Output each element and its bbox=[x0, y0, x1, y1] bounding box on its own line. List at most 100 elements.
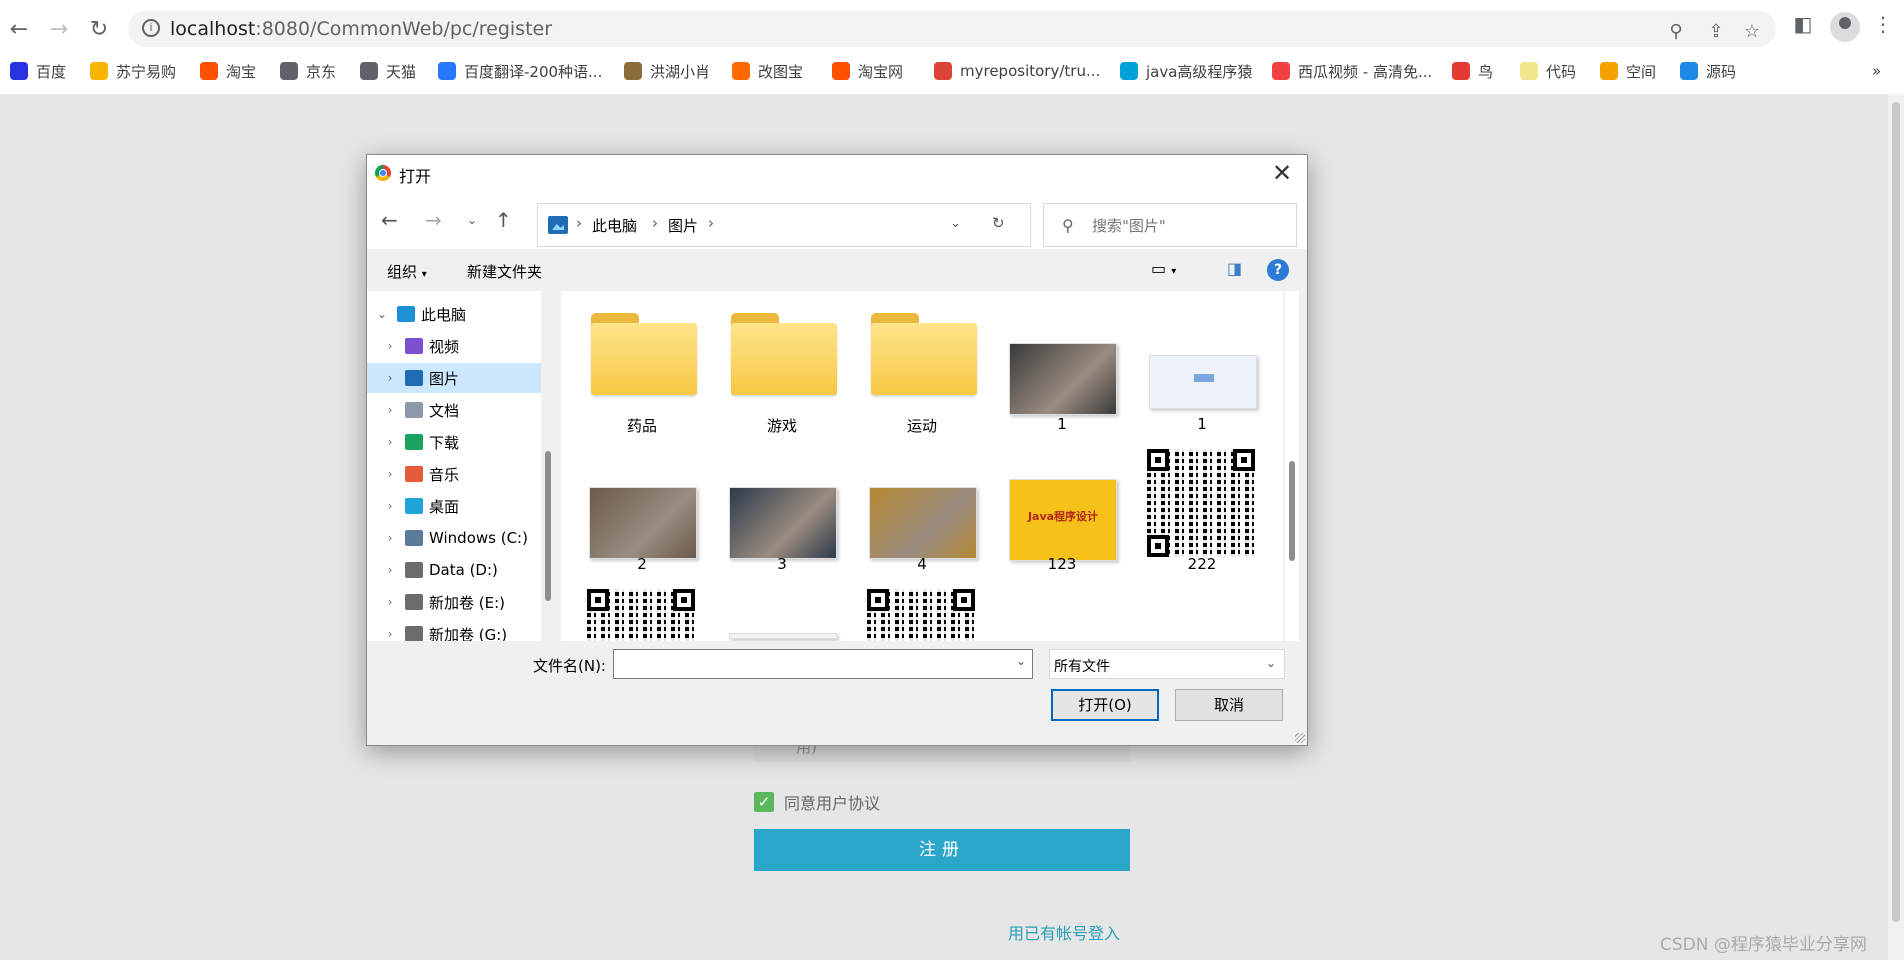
chevron-right-icon[interactable]: › bbox=[383, 627, 397, 641]
bookmark-item[interactable]: 天猫 bbox=[360, 56, 416, 86]
share-icon[interactable]: ⇪ bbox=[1704, 21, 1728, 45]
help-icon[interactable]: ? bbox=[1267, 259, 1289, 281]
chevron-right-icon[interactable]: › bbox=[708, 214, 714, 232]
organize-menu[interactable]: 组织 ▾ bbox=[387, 261, 427, 282]
up-folder-icon[interactable]: ↑ bbox=[495, 208, 512, 232]
bookmark-item[interactable]: 改图宝 bbox=[732, 56, 803, 86]
back-icon[interactable]: ← bbox=[2, 12, 36, 46]
address-bar[interactable]: i localhost:8080/CommonWeb/pc/register ⚲… bbox=[128, 11, 1776, 47]
bookmark-item[interactable]: 百度 bbox=[10, 56, 66, 86]
tree-item[interactable]: › Data (D:) bbox=[367, 555, 541, 585]
chevron-right-icon[interactable]: › bbox=[383, 403, 397, 417]
side-panel-icon[interactable]: ◧ bbox=[1788, 12, 1818, 42]
file-item[interactable]: 1 bbox=[1137, 303, 1267, 439]
tree-item[interactable]: › 文档 bbox=[367, 395, 541, 425]
file-item[interactable]: 2 bbox=[577, 449, 707, 585]
chevron-right-icon[interactable]: › bbox=[383, 499, 397, 513]
reload-icon[interactable]: ↻ bbox=[82, 12, 116, 46]
breadcrumb-pictures[interactable]: 图片 bbox=[668, 215, 698, 236]
zoom-icon[interactable]: ⚲ bbox=[1664, 21, 1688, 45]
file-item[interactable]: 1 bbox=[997, 303, 1127, 439]
bookmark-item[interactable]: 鸟 bbox=[1452, 56, 1493, 86]
folder-item[interactable]: 药品 bbox=[577, 303, 707, 439]
bookmark-item[interactable]: 淘宝网 bbox=[832, 56, 903, 86]
chevron-right-icon[interactable]: › bbox=[383, 467, 397, 481]
filename-input[interactable] bbox=[618, 654, 1002, 676]
bookmark-item[interactable]: 代码 bbox=[1520, 56, 1576, 86]
file-item[interactable]: 4 bbox=[857, 449, 987, 585]
tree-item[interactable]: › 图片 bbox=[367, 363, 541, 393]
url-text[interactable]: localhost:8080/CommonWeb/pc/register bbox=[170, 18, 552, 40]
chevron-right-icon[interactable]: › bbox=[383, 435, 397, 449]
more-bookmarks-button[interactable]: » bbox=[1872, 56, 1881, 86]
chevron-right-icon[interactable]: › bbox=[652, 214, 658, 232]
close-icon[interactable]: ✕ bbox=[1267, 158, 1297, 188]
bookmark-item[interactable]: 百度翻译-200种语... bbox=[438, 56, 602, 86]
path-breadcrumb[interactable]: › 此电脑 › 图片 › ⌄ ↻ bbox=[537, 203, 1031, 247]
forward-icon[interactable]: → bbox=[425, 208, 442, 232]
page-scrollbar[interactable] bbox=[1888, 94, 1904, 960]
tree-item[interactable]: › 下载 bbox=[367, 427, 541, 457]
file-item[interactable] bbox=[577, 589, 707, 641]
chevron-right-icon[interactable]: › bbox=[383, 595, 397, 609]
chevron-right-icon[interactable]: › bbox=[383, 371, 397, 385]
bookmark-item[interactable]: 淘宝 bbox=[200, 56, 256, 86]
site-info-icon[interactable]: i bbox=[142, 19, 160, 37]
new-folder-button[interactable]: 新建文件夹 bbox=[467, 261, 542, 282]
menu-icon[interactable]: ⋮ bbox=[1868, 12, 1898, 42]
tree-item[interactable]: › 新加卷 (G:) bbox=[367, 619, 541, 641]
chevron-right-icon[interactable]: › bbox=[576, 214, 582, 232]
cancel-button[interactable]: 取消 bbox=[1175, 689, 1283, 721]
file-item[interactable] bbox=[857, 589, 987, 641]
filename-combobox[interactable]: ⌄ bbox=[613, 649, 1033, 679]
search-box[interactable]: ⚲ bbox=[1043, 203, 1297, 247]
bookmark-item[interactable]: 西瓜视频 - 高清免... bbox=[1272, 56, 1432, 86]
file-scroll-thumb[interactable] bbox=[1289, 461, 1295, 561]
chevron-down-icon[interactable]: ⌄ bbox=[1016, 654, 1026, 668]
checkbox-icon[interactable]: ✓ bbox=[754, 792, 774, 812]
tree-item[interactable]: › 桌面 bbox=[367, 491, 541, 521]
bookmark-item[interactable]: 京东 bbox=[280, 56, 336, 86]
page-scroll-thumb[interactable] bbox=[1892, 102, 1900, 922]
tree-item[interactable]: › 音乐 bbox=[367, 459, 541, 489]
nav-pane-scrollbar[interactable] bbox=[541, 291, 555, 641]
resize-grip[interactable] bbox=[1295, 733, 1305, 743]
nav-scroll-thumb[interactable] bbox=[545, 451, 551, 601]
bookmark-item[interactable]: myrepository/tru... bbox=[934, 56, 1100, 86]
chevron-right-icon[interactable]: › bbox=[383, 339, 397, 353]
register-button[interactable]: 注册 bbox=[754, 829, 1130, 871]
bookmark-item[interactable]: 源码 bbox=[1680, 56, 1736, 86]
filetype-select[interactable]: 所有文件 ⌄ bbox=[1049, 649, 1285, 679]
back-icon[interactable]: ← bbox=[381, 208, 398, 232]
recent-dropdown-icon[interactable]: ⌄ bbox=[467, 213, 477, 227]
folder-item[interactable]: 运动 bbox=[857, 303, 987, 439]
bookmark-item[interactable]: java高级程序猿 bbox=[1120, 56, 1252, 86]
folder-item[interactable]: 游戏 bbox=[717, 303, 847, 439]
chevron-right-icon[interactable]: › bbox=[383, 531, 397, 545]
open-button[interactable]: 打开(O) bbox=[1051, 689, 1159, 721]
chevron-down-icon[interactable]: ⌄ bbox=[375, 307, 389, 321]
tree-item[interactable]: ⌄ 此电脑 bbox=[367, 299, 541, 329]
file-item[interactable]: 222 bbox=[1137, 449, 1267, 585]
bookmark-star-icon[interactable]: ☆ bbox=[1740, 21, 1764, 45]
agree-checkbox-row[interactable]: ✓ 同意用户协议 bbox=[754, 790, 880, 814]
preview-pane-icon[interactable]: ◨ bbox=[1227, 259, 1242, 278]
bookmark-item[interactable]: 空间 bbox=[1600, 56, 1656, 86]
refresh-icon[interactable]: ↻ bbox=[992, 214, 1005, 232]
view-options-icon[interactable]: ▭ ▾ bbox=[1151, 259, 1176, 278]
forward-icon[interactable]: → bbox=[42, 12, 76, 46]
tree-item[interactable]: › 新加卷 (E:) bbox=[367, 587, 541, 617]
search-input[interactable] bbox=[1090, 214, 1284, 238]
bookmark-item[interactable]: 苏宁易购 bbox=[90, 56, 176, 86]
file-item[interactable] bbox=[717, 589, 847, 641]
file-item[interactable]: 3 bbox=[717, 449, 847, 585]
file-item[interactable]: Java程序设计 123 bbox=[997, 449, 1127, 585]
profile-avatar[interactable] bbox=[1830, 12, 1860, 42]
login-link[interactable]: 用已有帐号登入 bbox=[1008, 920, 1120, 944]
tree-item[interactable]: › 视频 bbox=[367, 331, 541, 361]
tree-item[interactable]: › Windows (C:) bbox=[367, 523, 541, 553]
file-grid-scrollbar[interactable] bbox=[1285, 291, 1299, 641]
chevron-down-icon[interactable]: ⌄ bbox=[950, 216, 961, 231]
chevron-right-icon[interactable]: › bbox=[383, 563, 397, 577]
bookmark-item[interactable]: 洪湖小肖 bbox=[624, 56, 710, 86]
